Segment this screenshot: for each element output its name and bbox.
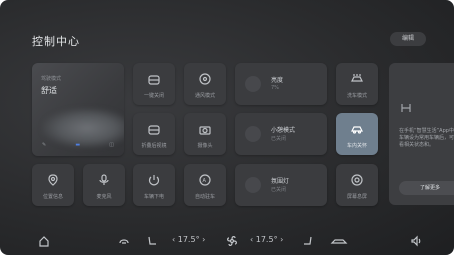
driving-mode-label: 驾驶模式 xyxy=(41,76,62,82)
interior-care-label: 车内关怀 xyxy=(346,143,367,149)
driving-mode-value: 舒适 xyxy=(41,86,57,95)
vehicle-link-panel: 在手机“智慧生活”App中将车辆设为常用车辆后，可查看相关状态和。 了解更多 xyxy=(389,63,454,205)
auto-hold-icon: A xyxy=(199,174,211,186)
mirror-fold-label: 折叠后视镜 xyxy=(141,143,167,149)
fan-icon xyxy=(199,73,211,85)
brightness-title: 亮度 xyxy=(271,77,284,84)
volume-icon[interactable] xyxy=(410,235,422,249)
seat-left-icon[interactable] xyxy=(146,235,158,249)
temp-right-value: 17.5° xyxy=(255,235,278,244)
vehicle-link-text: 在手机“智慧生活”App中将车辆设为常用车辆后，可查看相关状态和。 xyxy=(399,128,454,148)
driving-mode-card[interactable]: 驾驶模式 舒适 ✎ ▬ ◫ xyxy=(32,63,124,156)
atmosphere-title: 氛围灯 xyxy=(271,178,290,185)
light-icon xyxy=(245,177,261,193)
indicator-1: ✎ xyxy=(42,142,47,148)
power-off-tile[interactable]: 车辆下电 xyxy=(133,164,175,206)
power-off-label: 车辆下电 xyxy=(143,194,164,200)
location-tile[interactable]: 位置信息 xyxy=(32,164,74,206)
steering-heat-icon[interactable] xyxy=(118,235,130,249)
microphone-icon xyxy=(99,174,109,185)
home-icon[interactable] xyxy=(38,235,50,249)
car-status-icon[interactable] xyxy=(330,235,348,249)
interior-care-tile[interactable]: 车内关怀 xyxy=(336,113,378,155)
brightness-tile[interactable]: 亮度 7% xyxy=(235,63,327,105)
one-key-close-label: 一键关闭 xyxy=(143,93,164,99)
indicator-2: ▬ xyxy=(75,142,81,148)
wash-mode-tile[interactable]: 洗车模式 xyxy=(336,63,378,105)
camera-label: 摄像头 xyxy=(197,143,213,149)
car-wash-icon xyxy=(351,74,363,82)
microphone-label: 麦克风 xyxy=(96,194,112,200)
power-icon xyxy=(148,175,160,186)
atmosphere-status: 已关闭 xyxy=(271,187,287,193)
auto-park-label: 自动驻车 xyxy=(194,194,215,200)
auto-park-tile[interactable]: A 自动驻车 xyxy=(184,164,226,206)
small-sleep-title: 小憩模式 xyxy=(271,127,296,134)
car-care-icon xyxy=(351,126,363,134)
one-key-close-tile[interactable]: 一键关闭 xyxy=(133,63,175,105)
window-icon xyxy=(148,75,160,85)
sun-icon xyxy=(245,76,261,92)
temp-right[interactable]: ‹ 17.5° › xyxy=(250,235,283,244)
ventilation-label: 通风模式 xyxy=(194,93,215,99)
control-center-screen: 控制中心 编辑 驾驶模式 舒适 ✎ ▬ ◫ 一键关闭 通风模式 亮度 7% 洗车… xyxy=(0,0,454,255)
mirror-icon xyxy=(148,125,160,135)
screen-off-icon xyxy=(351,174,363,186)
sleep-icon xyxy=(245,126,261,142)
indicator-3: ◫ xyxy=(109,142,114,148)
svg-text:A: A xyxy=(203,178,207,184)
ventilation-tile[interactable]: 通风模式 xyxy=(184,63,226,105)
fan-icon-bottom[interactable] xyxy=(226,235,238,249)
mirror-fold-tile[interactable]: 折叠后视镜 xyxy=(133,113,175,155)
wash-mode-label: 洗车模式 xyxy=(346,93,367,99)
atmosphere-light-tile[interactable]: 氛围灯 已关闭 xyxy=(235,164,327,206)
screen-off-tile[interactable]: 屏幕息屏 xyxy=(336,164,378,206)
driving-mode-indicators: ✎ ▬ ◫ xyxy=(42,142,114,148)
temp-left-value: 17.5° xyxy=(177,235,200,244)
small-sleep-tile[interactable]: 小憩模式 已关闭 xyxy=(235,113,327,155)
edit-button[interactable]: 编辑 xyxy=(390,32,426,46)
learn-more-button[interactable]: 了解更多 xyxy=(399,181,454,195)
microphone-tile[interactable]: 麦克风 xyxy=(83,164,125,206)
camera-icon xyxy=(199,126,211,135)
temp-left[interactable]: ‹ 17.5° › xyxy=(172,235,205,244)
location-icon xyxy=(48,174,58,186)
link-icon xyxy=(401,104,411,112)
page-title: 控制中心 xyxy=(32,35,80,48)
small-sleep-status: 已关闭 xyxy=(271,136,287,142)
bottom-dock: ‹ 17.5° › ‹ 17.5° › xyxy=(0,228,454,255)
camera-tile[interactable]: 摄像头 xyxy=(184,113,226,155)
brightness-value: 7% xyxy=(271,85,279,91)
location-label: 位置信息 xyxy=(42,194,63,200)
screen-off-label: 屏幕息屏 xyxy=(346,194,367,200)
seat-right-icon[interactable] xyxy=(302,235,314,249)
